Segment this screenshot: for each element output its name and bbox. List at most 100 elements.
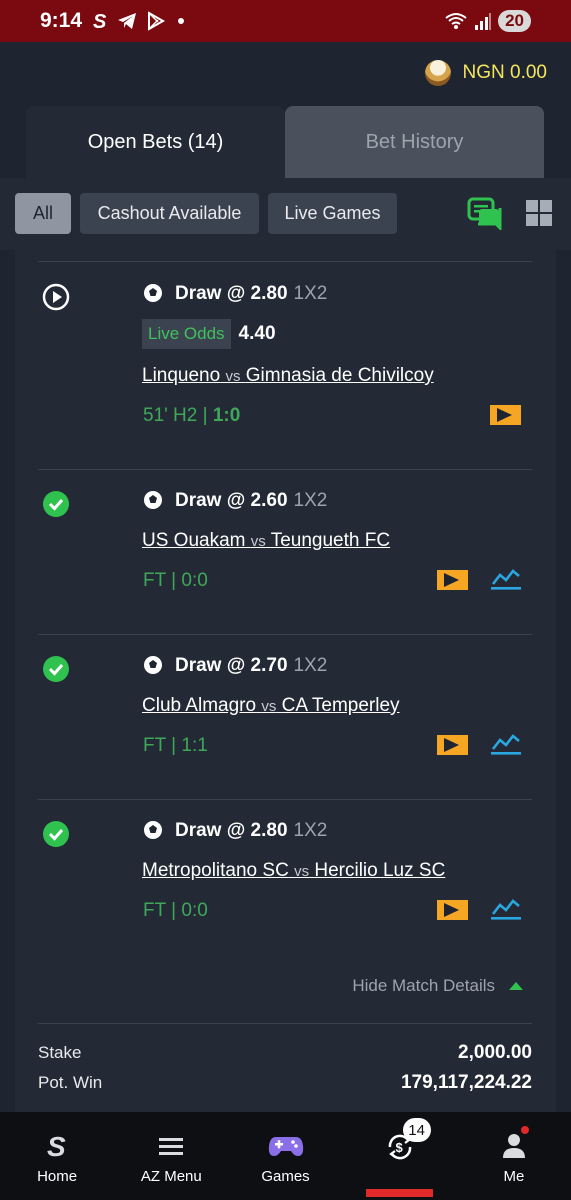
home-team: Metropolitano SC <box>142 860 289 881</box>
stake-app-icon: S <box>93 11 107 31</box>
bet-pick: Draw @ 2.80 <box>175 283 288 304</box>
notification-dot-icon <box>178 18 185 24</box>
won-check-icon <box>43 491 69 517</box>
stake-logo-icon: S <box>47 1132 66 1160</box>
nav-me[interactable]: Me <box>457 1112 571 1200</box>
caret-up-icon <box>509 982 523 990</box>
pot-win-label: Pot. Win <box>38 1073 103 1092</box>
balance-display[interactable]: NGN 0.00 <box>424 60 547 86</box>
home-team: Linqueno <box>142 365 221 386</box>
live-odds-badge: Live Odds <box>142 319 231 349</box>
live-stream-icon[interactable] <box>437 900 468 920</box>
match-link[interactable]: US Ouakam vs Teungueth FC <box>142 530 390 552</box>
match-score: 51' H2 | 1:0 <box>143 405 240 427</box>
svg-text:S: S <box>93 11 107 31</box>
live-odds: Live Odds 4.40 <box>142 319 276 349</box>
soccer-ball-icon <box>144 491 162 509</box>
user-icon <box>502 1134 525 1158</box>
won-check-icon <box>43 656 69 682</box>
svg-text:$: $ <box>395 1140 403 1155</box>
tab-bet-history[interactable]: Bet History <box>285 106 544 178</box>
filter-all-chip[interactable]: All <box>15 193 71 234</box>
match-stats-icon[interactable] <box>491 733 521 755</box>
wifi-icon <box>445 13 467 29</box>
match-stats-icon[interactable] <box>491 568 521 590</box>
gamepad-icon <box>268 1137 303 1156</box>
divider <box>38 261 532 262</box>
app-root: 9:14 S 20 NGN 0.00 Open Bets (14) Bet Hi… <box>0 0 571 1200</box>
notification-dot-icon <box>520 1126 529 1134</box>
live-stream-icon[interactable] <box>490 405 521 425</box>
live-stream-icon[interactable] <box>437 735 468 755</box>
away-team: Teungueth FC <box>270 530 391 551</box>
bets-count-badge: 14 <box>402 1118 431 1142</box>
away-team: Gimnasia de Chivilcoy <box>245 365 434 386</box>
bet-chat-icon[interactable] <box>466 196 502 230</box>
soccer-ball-icon <box>144 821 162 839</box>
bet-pick: Draw @ 2.80 <box>175 820 288 841</box>
live-play-icon <box>42 283 70 311</box>
bet-pick: Draw @ 2.60 <box>175 490 288 511</box>
status-bar: 9:14 S 20 <box>0 0 571 42</box>
away-team: CA Temperley <box>281 695 400 716</box>
score-value: 1:1 <box>181 735 208 756</box>
home-team: Club Almagro <box>142 695 257 716</box>
match-stats-icon[interactable] <box>491 898 521 920</box>
currency-coin-icon <box>424 60 451 86</box>
bets-tabs: Open Bets (14) Bet History <box>26 106 544 178</box>
hide-match-details-toggle[interactable]: Hide Match Details <box>352 976 523 996</box>
top-app-bar: NGN 0.00 <box>0 42 571 106</box>
signal-icon <box>475 13 492 30</box>
bet-pick-line: Draw @ 2.80 1X2 <box>175 283 327 305</box>
bet-pick-line: Draw @ 2.70 1X2 <box>175 655 327 677</box>
hamburger-menu-icon <box>159 1138 184 1155</box>
nav-az-menu[interactable]: AZ Menu <box>114 1112 228 1200</box>
svg-text:S: S <box>47 1132 66 1160</box>
status-right: 20 <box>444 10 531 32</box>
hide-match-details-label: Hide Match Details <box>352 976 495 995</box>
match-score: FT | 0:0 <box>143 900 208 922</box>
divider <box>38 469 532 470</box>
nav-games[interactable]: Games <box>228 1112 342 1200</box>
balance-text: NGN 0.00 <box>462 62 547 83</box>
won-check-icon <box>43 821 69 847</box>
bet-pick-line: Draw @ 2.80 1X2 <box>175 820 327 842</box>
vs-label: vs <box>250 533 266 550</box>
soccer-ball-icon <box>144 656 162 674</box>
status-app-icons: S <box>92 11 185 31</box>
score-value: 0:0 <box>181 570 208 591</box>
match-link[interactable]: Metropolitano SC vs Hercilio Luz SC <box>142 860 445 882</box>
nav-my-bets[interactable]: $ 14 <box>343 1112 457 1200</box>
bet-details-content: Draw @ 2.80 1X2 Live Odds 4.40 Linqueno v… <box>0 250 571 1112</box>
tab-open-bets[interactable]: Open Bets (14) <box>26 106 285 178</box>
live-odds-value: 4.40 <box>238 323 276 344</box>
filter-cashout-available-chip[interactable]: Cashout Available <box>80 193 259 234</box>
stake-row: Stake 2,000.00 <box>38 1042 532 1064</box>
score-status: 51' H2 | <box>143 405 213 426</box>
bet-pick: Draw @ 2.70 <box>175 655 288 676</box>
bet-market: 1X2 <box>293 490 328 511</box>
filter-live-games-chip[interactable]: Live Games <box>268 193 397 234</box>
play-store-icon <box>148 11 166 31</box>
bottom-navigation: S Home AZ Menu Games $ 14 Me <box>0 1112 571 1200</box>
telegram-icon <box>118 13 137 29</box>
live-stream-icon[interactable] <box>437 570 468 590</box>
nav-az-menu-label: AZ Menu <box>140 1168 202 1185</box>
soccer-ball-icon <box>144 284 162 302</box>
battery-level: 20 <box>498 10 531 32</box>
nav-me-label: Me <box>503 1168 525 1185</box>
stake-value: 2,000.00 <box>458 1042 532 1063</box>
match-score: FT | 0:0 <box>143 570 208 592</box>
bet-pick-line: Draw @ 2.60 1X2 <box>175 490 327 512</box>
bet-market: 1X2 <box>293 655 328 676</box>
nav-games-label: Games <box>261 1168 310 1185</box>
grid-view-icon[interactable] <box>525 199 553 227</box>
vs-label: vs <box>261 698 277 715</box>
vs-label: vs <box>294 863 310 880</box>
pot-win-value: 179,117,224.22 <box>400 1072 532 1093</box>
match-link[interactable]: Linqueno vs Gimnasia de Chivilcoy <box>142 365 434 387</box>
score-status: FT | <box>143 570 182 591</box>
nav-home[interactable]: S Home <box>0 1112 114 1200</box>
match-link[interactable]: Club Almagro vs CA Temperley <box>142 695 400 717</box>
vs-label: vs <box>225 368 241 385</box>
